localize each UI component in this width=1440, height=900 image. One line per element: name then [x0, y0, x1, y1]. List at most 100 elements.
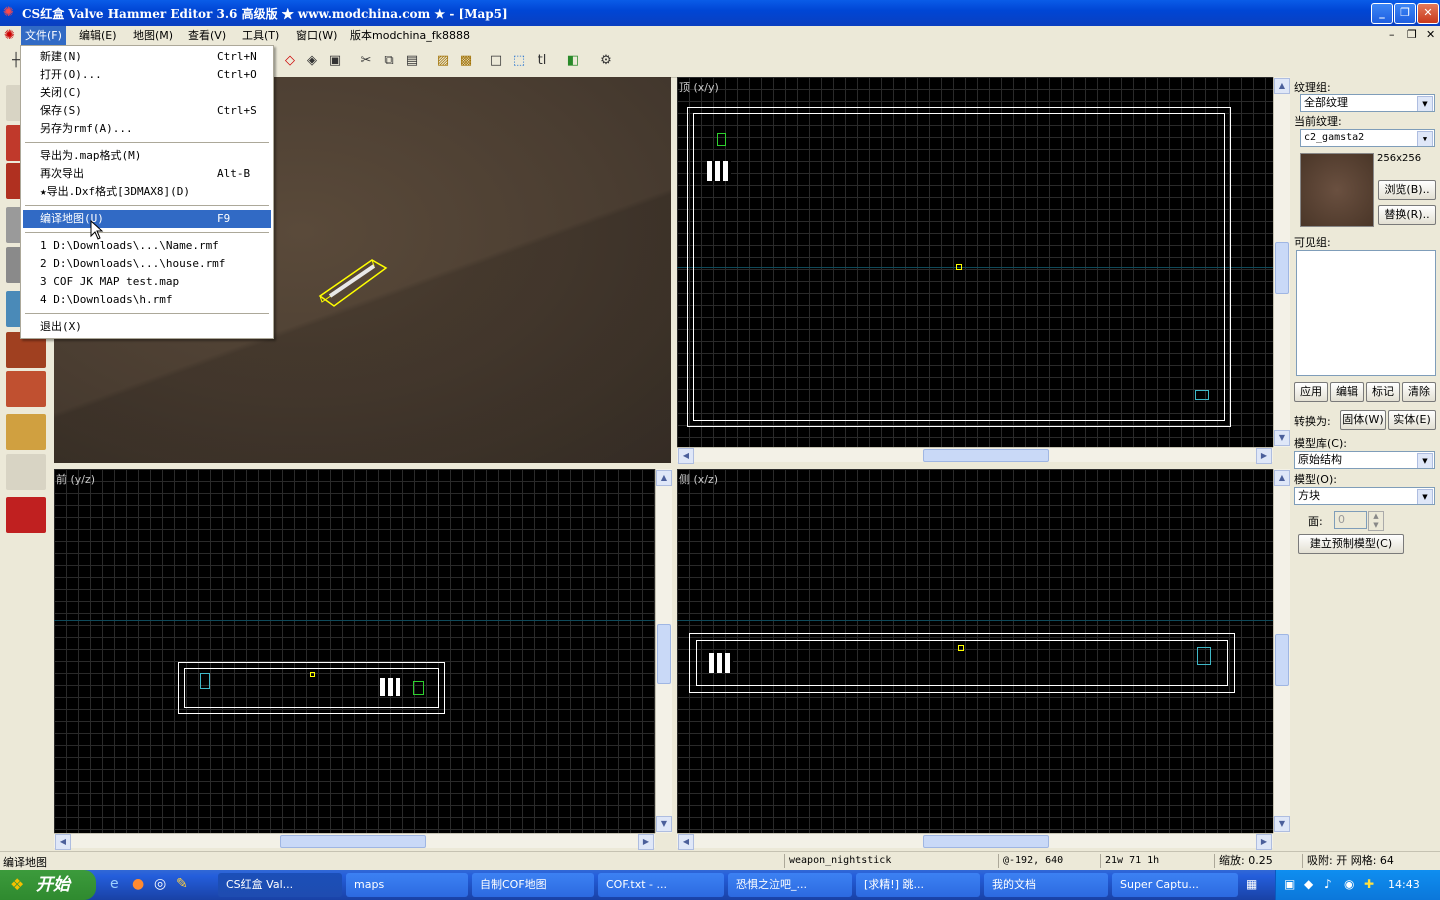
scroll-up-arrow[interactable]: ▲ [1274, 470, 1290, 486]
menu-edit[interactable]: 编辑(E) [75, 26, 121, 45]
task-hammer[interactable]: CS红盒 Val... [218, 873, 342, 897]
faces-input[interactable]: 0 [1334, 511, 1367, 529]
start-button[interactable]: ❖ 开始 [0, 870, 96, 900]
text-tool-icon[interactable]: tl [534, 53, 550, 69]
menu-item-export-map[interactable]: 导出为.map格式(M) [23, 147, 271, 165]
edit-button[interactable]: 编辑 [1330, 382, 1364, 402]
task-forum[interactable]: 恐惧之泣吧_... [728, 873, 852, 897]
scroll-down-arrow[interactable]: ▼ [1274, 816, 1290, 832]
entity-marker-white[interactable] [707, 161, 731, 181]
entity-marker-white[interactable] [380, 678, 400, 696]
task-documents[interactable]: 我的文档 [984, 873, 1108, 897]
minimize-button[interactable]: _ [1371, 3, 1393, 24]
entity-marker-green[interactable] [717, 133, 726, 146]
cube-outline-icon[interactable]: ▣ [327, 53, 343, 69]
texture-scale-icon[interactable]: ▩ [458, 53, 474, 69]
scroll-thumb[interactable] [657, 624, 671, 684]
create-prefab-button[interactable]: 建立预制模型(C) [1298, 534, 1404, 554]
front-hscroll[interactable]: ◀ ▶ [54, 833, 655, 850]
menu-item-compile[interactable]: 编译地图(U) F9 [23, 210, 271, 228]
menu-item-export-again[interactable]: 再次导出 Alt-B [23, 165, 271, 183]
viewport-side[interactable]: 侧 (x/z) [677, 469, 1273, 833]
scroll-left-arrow[interactable]: ◀ [678, 834, 694, 850]
clip-tool[interactable] [6, 414, 46, 450]
menu-file[interactable]: 文件(F) [21, 26, 66, 45]
menu-map[interactable]: 地图(M) [129, 26, 177, 45]
paste-icon[interactable]: ▤ [404, 53, 420, 69]
to-solid-button[interactable]: 固体(W) [1340, 410, 1386, 430]
close-button[interactable]: ✕ [1417, 3, 1439, 24]
texture-lock-icon[interactable]: ▨ [435, 53, 451, 69]
texture-preview[interactable] [1300, 153, 1374, 227]
clock[interactable]: 14:43 [1388, 878, 1420, 891]
prefab-lib-select[interactable]: 原始结构 ▼ [1294, 451, 1435, 469]
entity-marker-cyan[interactable] [1195, 390, 1209, 400]
menu-item-open[interactable]: 打开(O)... Ctrl+O [23, 66, 271, 84]
mdi-restore-icon[interactable]: ❐ [1407, 28, 1417, 41]
task-cof-folder[interactable]: 自制COF地图 [472, 873, 594, 897]
task-cof-txt[interactable]: COF.txt - ... [598, 873, 724, 897]
scroll-left-arrow[interactable]: ◀ [55, 834, 71, 850]
ie-icon[interactable]: e [110, 876, 119, 892]
viewport-top[interactable]: 顶 (x/y) [677, 77, 1273, 447]
top-vscroll[interactable]: ▲ ▼ [1273, 77, 1290, 447]
browse-button[interactable]: 浏览(B).. [1378, 180, 1436, 200]
path-tool[interactable] [6, 497, 46, 533]
side-vscroll[interactable]: ▲ ▼ [1273, 469, 1290, 833]
restore-button[interactable]: ❐ [1394, 3, 1416, 24]
chevron-down-icon[interactable]: ▼ [1417, 453, 1433, 468]
front-vscroll[interactable]: ▲ ▼ [655, 469, 672, 833]
tray-add-icon[interactable]: ✚ [1364, 877, 1374, 891]
select-box-icon[interactable]: □ [488, 53, 504, 69]
menu-item-exit[interactable]: 退出(X) [23, 318, 271, 336]
chevron-down-icon[interactable]: ▼ [1417, 96, 1433, 111]
scroll-left-arrow[interactable]: ◀ [678, 448, 694, 464]
task-maps[interactable]: maps [346, 873, 468, 897]
menu-item-close[interactable]: 关闭(C) [23, 84, 271, 102]
tray-app-icon[interactable]: ◆ [1304, 877, 1313, 891]
cut-icon[interactable]: ✂ [358, 53, 374, 69]
entity-marker-green[interactable] [413, 681, 424, 695]
vertex-tool[interactable] [6, 454, 46, 490]
scroll-thumb[interactable] [280, 835, 426, 848]
browser-icon[interactable]: ◎ [154, 876, 166, 892]
chevron-down-icon[interactable]: ▼ [1417, 489, 1433, 504]
menu-item-export-dxf[interactable]: ★导出.Dxf格式[3DMAX8](D) [23, 183, 271, 201]
scroll-right-arrow[interactable]: ▶ [1256, 834, 1272, 850]
mark-button[interactable]: 标记 [1366, 382, 1400, 402]
mdi-minimize-icon[interactable]: – [1389, 28, 1395, 41]
entity-marker-cyan[interactable] [1197, 647, 1211, 665]
scroll-thumb[interactable] [1275, 242, 1289, 294]
decal-tool[interactable] [6, 371, 46, 407]
task-thread[interactable]: [求精!] 跳... [856, 873, 980, 897]
selected-brush-3d[interactable] [314, 252, 394, 312]
tool-icon[interactable]: ✎ [176, 876, 188, 892]
scroll-down-arrow[interactable]: ▼ [1274, 430, 1290, 446]
menu-item-save[interactable]: 保存(S) Ctrl+S [23, 102, 271, 120]
keyboard-icon[interactable]: ▦ [1246, 877, 1257, 891]
mdi-close-icon[interactable]: ✕ [1426, 28, 1435, 41]
center-handle[interactable] [958, 645, 964, 651]
viewport-front[interactable]: 前 (y/z) [54, 469, 655, 833]
texture-group-select[interactable]: 全部纹理 ▼ [1300, 94, 1435, 112]
top-hscroll[interactable]: ◀ ▶ [677, 447, 1273, 464]
menu-version[interactable]: 版本modchina_fk8888 [346, 26, 474, 45]
clear-button[interactable]: 清除 [1402, 382, 1436, 402]
cube-red-icon[interactable]: ◇ [282, 53, 298, 69]
menu-item-save-as[interactable]: 另存为rmf(A)... [23, 120, 271, 138]
tray-volume-icon[interactable]: ♪ [1324, 877, 1332, 891]
entity-marker-cyan[interactable] [200, 673, 210, 689]
scroll-down-arrow[interactable]: ▼ [656, 816, 672, 832]
apply-button[interactable]: 应用 [1294, 382, 1328, 402]
center-handle[interactable] [310, 672, 315, 677]
scroll-up-arrow[interactable]: ▲ [656, 470, 672, 486]
scroll-thumb[interactable] [923, 835, 1049, 848]
prefab-select[interactable]: 方块 ▼ [1294, 487, 1435, 505]
scroll-up-arrow[interactable]: ▲ [1274, 78, 1290, 94]
menu-tools[interactable]: 工具(T) [238, 26, 283, 45]
tray-security-icon[interactable]: ◉ [1344, 877, 1354, 891]
tray-network-icon[interactable]: ▣ [1284, 877, 1295, 891]
menu-item-recent-4[interactable]: 4 D:\Downloads\h.rmf [23, 291, 271, 309]
scroll-thumb[interactable] [923, 449, 1049, 462]
title-bar[interactable]: ✺ CS红盒 Valve Hammer Editor 3.6 高级版 ★ www… [0, 0, 1440, 26]
